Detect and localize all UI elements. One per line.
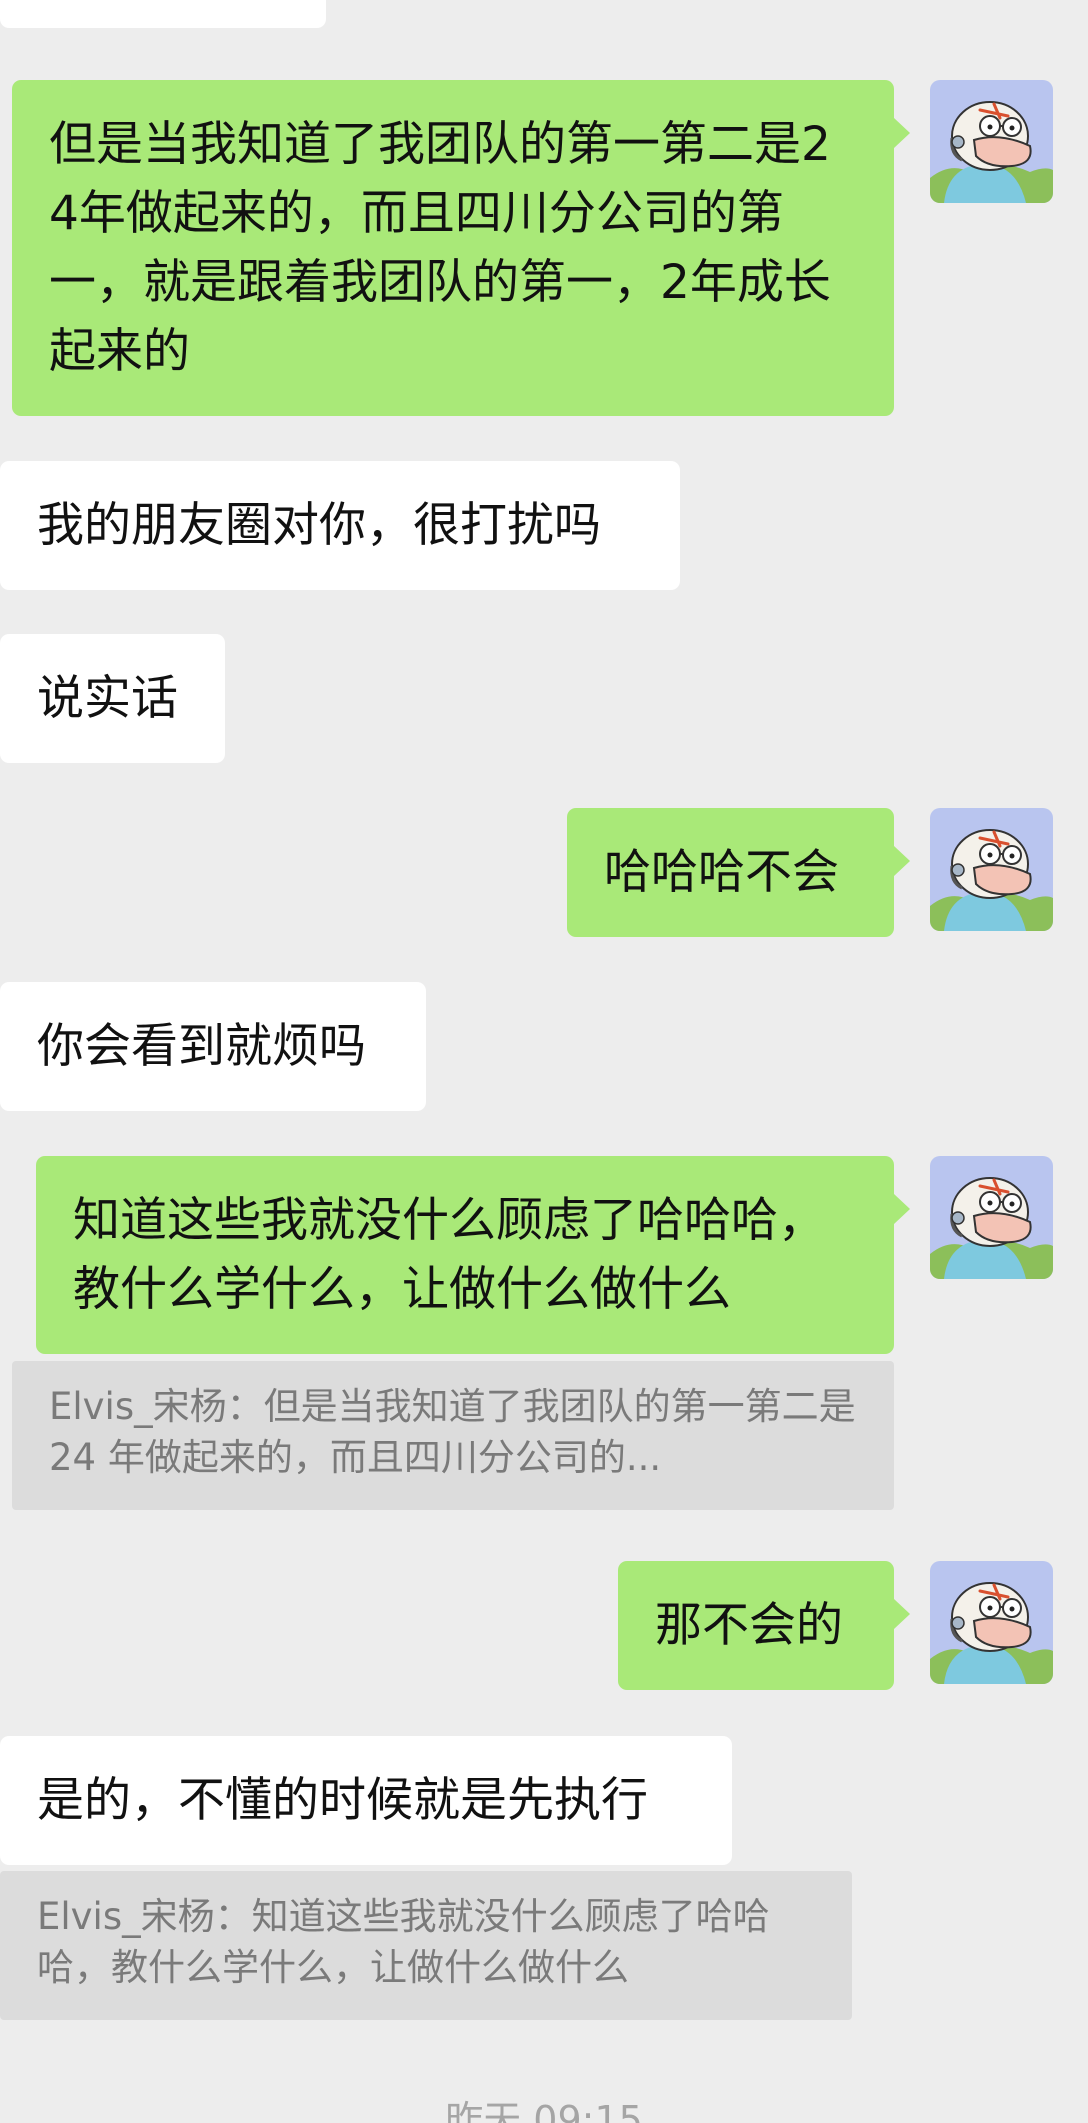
avatar[interactable]: [930, 1561, 1053, 1684]
chat-view[interactable]: 但是当我知道了我团队的第一第二是24年做起来的，而且四川分公司的第一，就是跟着我…: [0, 0, 1088, 2123]
message-bubble-received[interactable]: 我的朋友圈对你，很打扰吗: [0, 461, 680, 590]
message-bubble-sent[interactable]: 哈哈哈不会: [567, 808, 910, 937]
message-bubble-sent[interactable]: 但是当我知道了我团队的第一第二是24年做起来的，而且四川分公司的第一，就是跟着我…: [12, 80, 910, 416]
avatar-icon: [930, 80, 1053, 203]
avatar-icon: [930, 1156, 1053, 1279]
avatar[interactable]: [930, 80, 1053, 203]
avatar-icon: [930, 808, 1053, 931]
quoted-message[interactable]: Elvis_宋杨：但是当我知道了我团队的第一第二是 24 年做起来的，而且四川分…: [12, 1361, 894, 1510]
quoted-message[interactable]: Elvis_宋杨：知道这些我就没什么顾虑了哈哈哈，教什么学什么，让做什么做什么: [0, 1871, 852, 2020]
message-bubble-received[interactable]: 你会看到就烦吗: [0, 982, 426, 1111]
message-bubble-sent[interactable]: 知道这些我就没什么顾虑了哈哈哈，教什么学什么，让做什么做什么: [36, 1156, 910, 1354]
timestamp: 昨天 09:15: [445, 2098, 643, 2123]
message-bubble-received[interactable]: 说实话: [0, 634, 225, 763]
avatar-icon: [930, 1561, 1053, 1684]
message-bubble-received[interactable]: 是的，不懂的时候就是先执行: [0, 1736, 732, 1865]
message-bubble-sent[interactable]: 那不会的: [618, 1561, 910, 1690]
message-bubble-partial: [0, 0, 326, 28]
avatar[interactable]: [930, 808, 1053, 931]
avatar[interactable]: [930, 1156, 1053, 1279]
